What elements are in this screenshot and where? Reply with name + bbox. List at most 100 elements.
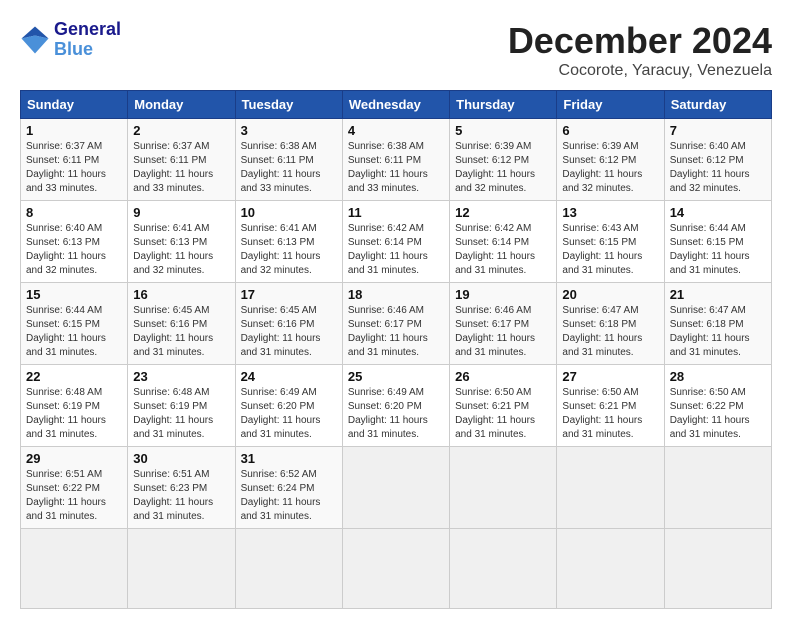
day-info: Sunrise: 6:50 AM Sunset: 6:21 PM Dayligh…	[562, 386, 658, 442]
day-number: 5	[455, 123, 551, 138]
weekday-header-row: Sunday Monday Tuesday Wednesday Thursday…	[21, 91, 772, 119]
calendar-week-row	[21, 529, 772, 609]
calendar-day: 5 Sunrise: 6:39 AM Sunset: 6:12 PM Dayli…	[450, 119, 557, 201]
logo-line2: Blue	[54, 40, 121, 60]
day-number: 28	[670, 369, 766, 384]
calendar-week-row: 1 Sunrise: 6:37 AM Sunset: 6:11 PM Dayli…	[21, 119, 772, 201]
calendar-day: 4 Sunrise: 6:38 AM Sunset: 6:11 PM Dayli…	[342, 119, 449, 201]
header-wednesday: Wednesday	[342, 91, 449, 119]
calendar-day: 29 Sunrise: 6:51 AM Sunset: 6:22 PM Dayl…	[21, 447, 128, 529]
empty-day	[450, 529, 557, 609]
header-tuesday: Tuesday	[235, 91, 342, 119]
day-number: 8	[26, 205, 122, 220]
day-number: 26	[455, 369, 551, 384]
calendar-day: 12 Sunrise: 6:42 AM Sunset: 6:14 PM Dayl…	[450, 201, 557, 283]
calendar-day: 21 Sunrise: 6:47 AM Sunset: 6:18 PM Dayl…	[664, 283, 771, 365]
day-number: 20	[562, 287, 658, 302]
header-friday: Friday	[557, 91, 664, 119]
day-info: Sunrise: 6:39 AM Sunset: 6:12 PM Dayligh…	[455, 140, 551, 196]
day-number: 25	[348, 369, 444, 384]
day-info: Sunrise: 6:40 AM Sunset: 6:13 PM Dayligh…	[26, 222, 122, 278]
header-saturday: Saturday	[664, 91, 771, 119]
header-sunday: Sunday	[21, 91, 128, 119]
day-info: Sunrise: 6:46 AM Sunset: 6:17 PM Dayligh…	[348, 304, 444, 360]
day-info: Sunrise: 6:47 AM Sunset: 6:18 PM Dayligh…	[562, 304, 658, 360]
calendar-day: 9 Sunrise: 6:41 AM Sunset: 6:13 PM Dayli…	[128, 201, 235, 283]
header-thursday: Thursday	[450, 91, 557, 119]
calendar-day: 11 Sunrise: 6:42 AM Sunset: 6:14 PM Dayl…	[342, 201, 449, 283]
calendar-table: Sunday Monday Tuesday Wednesday Thursday…	[20, 90, 772, 609]
day-info: Sunrise: 6:39 AM Sunset: 6:12 PM Dayligh…	[562, 140, 658, 196]
day-number: 29	[26, 451, 122, 466]
day-info: Sunrise: 6:51 AM Sunset: 6:22 PM Dayligh…	[26, 468, 122, 524]
calendar-day: 27 Sunrise: 6:50 AM Sunset: 6:21 PM Dayl…	[557, 365, 664, 447]
calendar-day: 8 Sunrise: 6:40 AM Sunset: 6:13 PM Dayli…	[21, 201, 128, 283]
day-info: Sunrise: 6:51 AM Sunset: 6:23 PM Dayligh…	[133, 468, 229, 524]
calendar-day: 24 Sunrise: 6:49 AM Sunset: 6:20 PM Dayl…	[235, 365, 342, 447]
calendar-day: 30 Sunrise: 6:51 AM Sunset: 6:23 PM Dayl…	[128, 447, 235, 529]
empty-day	[235, 529, 342, 609]
day-info: Sunrise: 6:48 AM Sunset: 6:19 PM Dayligh…	[26, 386, 122, 442]
calendar-day: 3 Sunrise: 6:38 AM Sunset: 6:11 PM Dayli…	[235, 119, 342, 201]
header-monday: Monday	[128, 91, 235, 119]
calendar-day: 28 Sunrise: 6:50 AM Sunset: 6:22 PM Dayl…	[664, 365, 771, 447]
day-number: 15	[26, 287, 122, 302]
calendar-day: 14 Sunrise: 6:44 AM Sunset: 6:15 PM Dayl…	[664, 201, 771, 283]
empty-day	[450, 447, 557, 529]
calendar-day: 10 Sunrise: 6:41 AM Sunset: 6:13 PM Dayl…	[235, 201, 342, 283]
day-number: 14	[670, 205, 766, 220]
day-number: 12	[455, 205, 551, 220]
calendar-day: 20 Sunrise: 6:47 AM Sunset: 6:18 PM Dayl…	[557, 283, 664, 365]
day-number: 27	[562, 369, 658, 384]
month-title: December 2024	[508, 20, 772, 62]
calendar-day: 6 Sunrise: 6:39 AM Sunset: 6:12 PM Dayli…	[557, 119, 664, 201]
day-info: Sunrise: 6:44 AM Sunset: 6:15 PM Dayligh…	[26, 304, 122, 360]
calendar-week-row: 22 Sunrise: 6:48 AM Sunset: 6:19 PM Dayl…	[21, 365, 772, 447]
calendar-week-row: 29 Sunrise: 6:51 AM Sunset: 6:22 PM Dayl…	[21, 447, 772, 529]
location: Cocorote, Yaracuy, Venezuela	[508, 62, 772, 80]
empty-day	[21, 529, 128, 609]
day-info: Sunrise: 6:42 AM Sunset: 6:14 PM Dayligh…	[348, 222, 444, 278]
empty-day	[128, 529, 235, 609]
day-info: Sunrise: 6:45 AM Sunset: 6:16 PM Dayligh…	[133, 304, 229, 360]
day-info: Sunrise: 6:49 AM Sunset: 6:20 PM Dayligh…	[348, 386, 444, 442]
page-header: General Blue December 2024 Cocorote, Yar…	[20, 20, 772, 80]
calendar-day: 15 Sunrise: 6:44 AM Sunset: 6:15 PM Dayl…	[21, 283, 128, 365]
day-number: 22	[26, 369, 122, 384]
day-number: 6	[562, 123, 658, 138]
day-number: 21	[670, 287, 766, 302]
calendar-day: 13 Sunrise: 6:43 AM Sunset: 6:15 PM Dayl…	[557, 201, 664, 283]
day-number: 24	[241, 369, 337, 384]
day-number: 13	[562, 205, 658, 220]
empty-day	[342, 529, 449, 609]
day-number: 30	[133, 451, 229, 466]
day-number: 3	[241, 123, 337, 138]
day-info: Sunrise: 6:49 AM Sunset: 6:20 PM Dayligh…	[241, 386, 337, 442]
calendar-day: 23 Sunrise: 6:48 AM Sunset: 6:19 PM Dayl…	[128, 365, 235, 447]
day-info: Sunrise: 6:46 AM Sunset: 6:17 PM Dayligh…	[455, 304, 551, 360]
day-number: 9	[133, 205, 229, 220]
empty-day	[342, 447, 449, 529]
day-info: Sunrise: 6:42 AM Sunset: 6:14 PM Dayligh…	[455, 222, 551, 278]
calendar-day: 1 Sunrise: 6:37 AM Sunset: 6:11 PM Dayli…	[21, 119, 128, 201]
calendar-day: 31 Sunrise: 6:52 AM Sunset: 6:24 PM Dayl…	[235, 447, 342, 529]
day-number: 23	[133, 369, 229, 384]
calendar-week-row: 15 Sunrise: 6:44 AM Sunset: 6:15 PM Dayl…	[21, 283, 772, 365]
empty-day	[664, 529, 771, 609]
calendar-day: 17 Sunrise: 6:45 AM Sunset: 6:16 PM Dayl…	[235, 283, 342, 365]
day-number: 4	[348, 123, 444, 138]
day-info: Sunrise: 6:37 AM Sunset: 6:11 PM Dayligh…	[133, 140, 229, 196]
day-number: 2	[133, 123, 229, 138]
logo-icon	[20, 25, 50, 55]
title-block: December 2024 Cocorote, Yaracuy, Venezue…	[508, 20, 772, 80]
calendar-day: 7 Sunrise: 6:40 AM Sunset: 6:12 PM Dayli…	[664, 119, 771, 201]
day-info: Sunrise: 6:52 AM Sunset: 6:24 PM Dayligh…	[241, 468, 337, 524]
day-number: 7	[670, 123, 766, 138]
day-number: 10	[241, 205, 337, 220]
day-info: Sunrise: 6:38 AM Sunset: 6:11 PM Dayligh…	[241, 140, 337, 196]
calendar-day: 16 Sunrise: 6:45 AM Sunset: 6:16 PM Dayl…	[128, 283, 235, 365]
day-info: Sunrise: 6:44 AM Sunset: 6:15 PM Dayligh…	[670, 222, 766, 278]
day-info: Sunrise: 6:50 AM Sunset: 6:21 PM Dayligh…	[455, 386, 551, 442]
calendar-week-row: 8 Sunrise: 6:40 AM Sunset: 6:13 PM Dayli…	[21, 201, 772, 283]
day-number: 11	[348, 205, 444, 220]
